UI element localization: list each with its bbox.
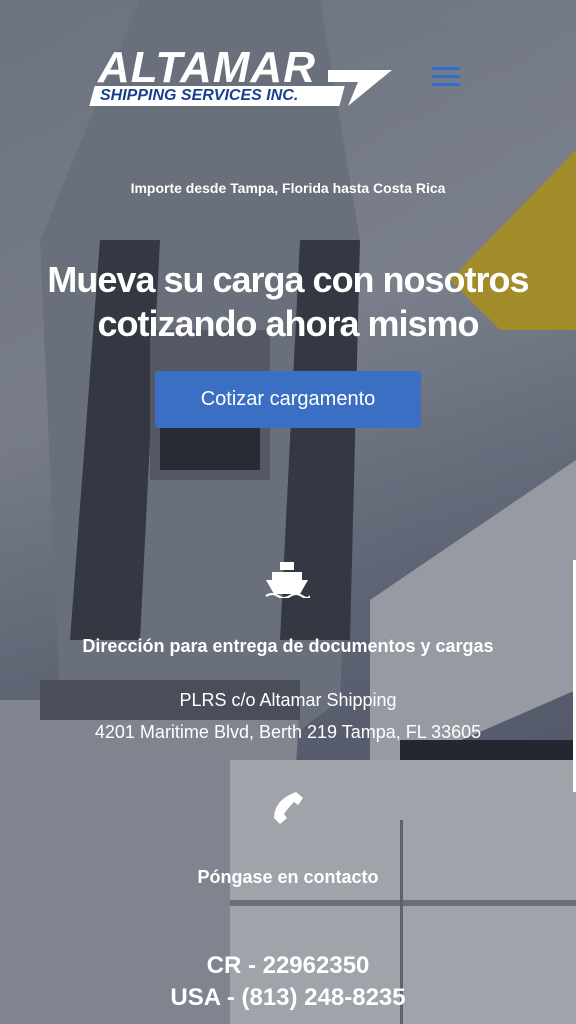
logo[interactable]: ALTAMAR SHIPPING SERVICES INC. <box>88 44 392 110</box>
logo-sub-text: SHIPPING SERVICES INC. <box>100 87 299 104</box>
phone-icon <box>274 792 303 824</box>
address-line1: PLRS c/o Altamar Shipping <box>179 690 397 710</box>
hero-headline: Mueva su carga con nosotros cotizando ah… <box>0 258 576 346</box>
headline-line1: Mueva su carga con nosotros <box>47 259 529 300</box>
hamburger-icon[interactable] <box>432 67 460 89</box>
address-title: Dirección para entrega de documentos y c… <box>82 636 494 656</box>
phone-usa[interactable]: USA - (813) 248-8235 <box>0 984 576 1012</box>
logo-main-text: ALTAMAR <box>98 43 316 92</box>
hero-tagline: Importe desde Tampa, Florida hasta Costa… <box>130 180 446 196</box>
ship-icon <box>265 562 310 598</box>
headline-line2: cotizando ahora mismo <box>97 303 479 344</box>
logo-sub-box: SHIPPING SERVICES INC. <box>89 86 345 106</box>
contact-title: Póngase en contacto <box>197 867 379 887</box>
phone-cr[interactable]: CR - 22962350 <box>0 952 576 980</box>
address-line2: 4201 Maritime Blvd, Berth 219 Tampa, FL … <box>94 722 482 742</box>
quote-button[interactable]: Cotizar cargamento <box>155 371 421 428</box>
